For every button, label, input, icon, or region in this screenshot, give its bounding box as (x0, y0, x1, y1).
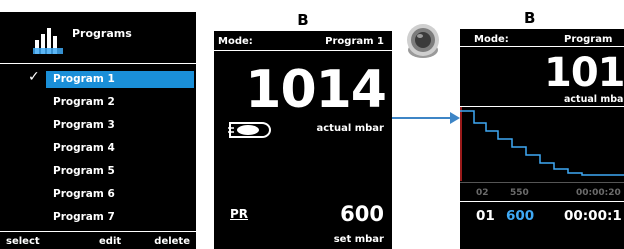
program-item-7[interactable]: Program 7 (46, 209, 194, 226)
pump-icon (228, 122, 271, 138)
program-item-4[interactable]: Program 4 (46, 140, 194, 157)
pressure-curve (460, 107, 624, 181)
actual-pressure-unit: actual mba (564, 94, 624, 105)
current-step-time: 00:00:1 (564, 208, 622, 224)
softkey-divider (0, 231, 196, 232)
channel-header: B (460, 8, 624, 29)
set-pressure: 600 (340, 202, 384, 226)
mode-divider (214, 50, 392, 51)
row-divider (460, 201, 624, 202)
program-item-2[interactable]: Program 2 (46, 94, 194, 111)
channel-header: B (214, 10, 392, 31)
next-step-value: 550 (510, 188, 529, 198)
actual-pressure: 1014 (245, 60, 387, 120)
next-step: 02 (476, 188, 489, 198)
rotary-knob-icon[interactable] (405, 18, 441, 60)
mode-label: Mode: (474, 34, 509, 45)
set-pressure-unit: set mbar (333, 234, 384, 245)
program-item-3[interactable]: Program 3 (46, 117, 194, 134)
graph-bottom-divider (460, 182, 624, 183)
program-item-6[interactable]: Program 6 (46, 186, 194, 203)
select-softkey[interactable]: select (6, 236, 40, 247)
program-item-5[interactable]: Program 5 (46, 163, 194, 180)
current-step-value: 600 (506, 208, 535, 224)
actual-pressure-unit: actual mbar (316, 123, 385, 134)
mode-divider (460, 46, 624, 47)
actual-pressure: 1014 (544, 50, 624, 96)
arrow-right-icon (392, 112, 460, 124)
graph-screen: B Mode: Program 1014 actual mba 02 550 0… (460, 8, 624, 249)
next-step-time: 00:00:20 (576, 188, 621, 198)
programs-screen: Programs ✓ Program 1 Program 2 Program 3… (0, 12, 196, 249)
title-divider (0, 63, 196, 64)
bar-graph-icon (33, 28, 63, 54)
current-step: 01 (476, 208, 495, 224)
pressure-steps (460, 110, 624, 176)
mode-value: Program (564, 34, 613, 45)
program-item-1[interactable]: Program 1 (46, 71, 194, 88)
delete-softkey[interactable]: delete (154, 236, 190, 247)
pr-label: PR (230, 207, 249, 221)
live-screen: B Mode: Program 1 1014 actual mbar PR 60… (214, 10, 392, 249)
mode-value: Program 1 (325, 36, 384, 47)
mode-label: Mode: (218, 36, 253, 47)
edit-softkey[interactable]: edit (99, 236, 121, 247)
check-icon: ✓ (28, 69, 40, 85)
programs-title: Programs (72, 27, 132, 40)
